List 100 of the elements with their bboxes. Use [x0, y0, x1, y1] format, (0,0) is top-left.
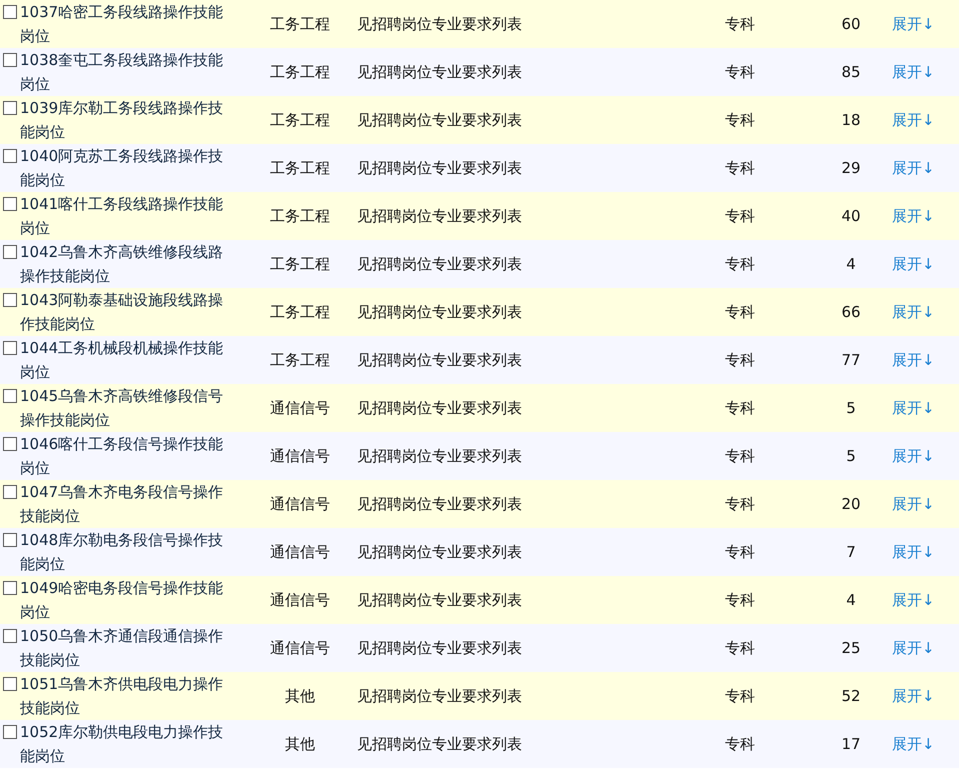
requirement-text: 见招聘岗位专业要求列表: [357, 350, 522, 368]
checkbox[interactable]: [3, 101, 17, 115]
checkbox[interactable]: [3, 629, 17, 643]
checkbox[interactable]: [3, 149, 17, 163]
category-text: 工务工程: [270, 62, 330, 80]
expand-link[interactable]: 展开↓: [892, 686, 935, 704]
checkbox[interactable]: [3, 437, 17, 451]
category-text: 通信信号: [270, 398, 330, 416]
position-name: 1052库尔勒供电段电力操作技能岗位: [20, 722, 224, 767]
education-text: 专科: [725, 62, 755, 80]
position-name: 1044工务机械段机械操作技能岗位: [20, 338, 224, 383]
expand-link[interactable]: 展开↓: [892, 110, 935, 128]
expand-link[interactable]: 展开↓: [892, 398, 935, 416]
checkbox[interactable]: [3, 485, 17, 499]
category-text: 通信信号: [270, 638, 330, 656]
checkbox[interactable]: [3, 581, 17, 595]
category-text: 其他: [285, 686, 315, 704]
count-text: 60: [841, 15, 861, 33]
position-name: 1042乌鲁木齐高铁维修段线路操作技能岗位: [20, 242, 224, 287]
requirement-text: 见招聘岗位专业要求列表: [357, 206, 522, 224]
category-text: 其他: [285, 734, 315, 752]
education-text: 专科: [725, 350, 755, 368]
count-text: 66: [841, 303, 861, 321]
education-text: 专科: [725, 158, 755, 176]
education-text: 专科: [725, 686, 755, 704]
requirement-text: 见招聘岗位专业要求列表: [357, 638, 522, 656]
category-text: 通信信号: [270, 446, 330, 464]
position-name: 1039库尔勒工务段线路操作技能岗位: [20, 98, 224, 143]
education-text: 专科: [725, 638, 755, 656]
education-text: 专科: [725, 542, 755, 560]
education-text: 专科: [725, 110, 755, 128]
position-name: 1041喀什工务段线路操作技能岗位: [20, 194, 224, 239]
position-name: 1045乌鲁木齐高铁维修段信号操作技能岗位: [20, 386, 224, 431]
education-text: 专科: [725, 254, 755, 272]
expand-link[interactable]: 展开↓: [892, 206, 935, 224]
expand-link[interactable]: 展开↓: [892, 494, 935, 512]
requirement-text: 见招聘岗位专业要求列表: [357, 254, 522, 272]
count-text: 25: [841, 639, 861, 657]
category-text: 工务工程: [270, 254, 330, 272]
checkbox[interactable]: [3, 533, 17, 547]
checkbox[interactable]: [3, 341, 17, 355]
requirement-text: 见招聘岗位专业要求列表: [357, 542, 522, 560]
count-text: 18: [841, 111, 861, 129]
count-text: 4: [846, 255, 856, 273]
expand-link[interactable]: 展开↓: [892, 542, 935, 560]
expand-link[interactable]: 展开↓: [892, 734, 935, 752]
checkbox[interactable]: [3, 245, 17, 259]
count-text: 77: [841, 351, 861, 369]
count-text: 85: [841, 63, 861, 81]
education-text: 专科: [725, 590, 755, 608]
expand-link[interactable]: 展开↓: [892, 254, 935, 272]
category-text: 通信信号: [270, 542, 330, 560]
expand-link[interactable]: 展开↓: [892, 14, 935, 32]
expand-link[interactable]: 展开↓: [892, 302, 935, 320]
category-text: 工务工程: [270, 350, 330, 368]
requirement-text: 见招聘岗位专业要求列表: [357, 686, 522, 704]
count-text: 20: [841, 495, 861, 513]
requirement-text: 见招聘岗位专业要求列表: [357, 446, 522, 464]
count-text: 29: [841, 159, 861, 177]
checkbox[interactable]: [3, 389, 17, 403]
position-name: 1043阿勒泰基础设施段线路操作技能岗位: [20, 290, 224, 335]
education-text: 专科: [725, 446, 755, 464]
expand-link[interactable]: 展开↓: [892, 446, 935, 464]
education-text: 专科: [725, 398, 755, 416]
position-name: 1046喀什工务段信号操作技能岗位: [20, 434, 224, 479]
count-text: 7: [846, 543, 856, 561]
expand-link[interactable]: 展开↓: [892, 350, 935, 368]
category-text: 通信信号: [270, 590, 330, 608]
category-text: 通信信号: [270, 494, 330, 512]
requirement-text: 见招聘岗位专业要求列表: [357, 494, 522, 512]
requirement-text: 见招聘岗位专业要求列表: [357, 14, 522, 32]
expand-link[interactable]: 展开↓: [892, 590, 935, 608]
checkbox[interactable]: [3, 725, 17, 739]
checkbox[interactable]: [3, 5, 17, 19]
requirement-text: 见招聘岗位专业要求列表: [357, 62, 522, 80]
checkbox[interactable]: [3, 53, 17, 67]
position-name: 1051乌鲁木齐供电段电力操作技能岗位: [20, 674, 224, 719]
expand-link[interactable]: 展开↓: [892, 158, 935, 176]
position-name: 1048库尔勒电务段信号操作技能岗位: [20, 530, 224, 575]
position-name: 1038奎屯工务段线路操作技能岗位: [20, 50, 224, 95]
position-name: 1047乌鲁木齐电务段信号操作技能岗位: [20, 482, 224, 527]
count-text: 52: [841, 687, 861, 705]
count-text: 5: [846, 447, 856, 465]
requirement-text: 见招聘岗位专业要求列表: [357, 590, 522, 608]
checkbox[interactable]: [3, 293, 17, 307]
count-text: 4: [846, 591, 856, 609]
category-text: 工务工程: [270, 158, 330, 176]
category-text: 工务工程: [270, 110, 330, 128]
category-text: 工务工程: [270, 206, 330, 224]
count-text: 17: [841, 735, 861, 753]
checkbox[interactable]: [3, 677, 17, 691]
count-text: 40: [841, 207, 861, 225]
requirement-text: 见招聘岗位专业要求列表: [357, 734, 522, 752]
expand-link[interactable]: 展开↓: [892, 638, 935, 656]
requirement-text: 见招聘岗位专业要求列表: [357, 110, 522, 128]
position-name: 1037哈密工务段线路操作技能岗位: [20, 2, 224, 47]
expand-link[interactable]: 展开↓: [892, 62, 935, 80]
education-text: 专科: [725, 14, 755, 32]
checkbox[interactable]: [3, 197, 17, 211]
education-text: 专科: [725, 734, 755, 752]
